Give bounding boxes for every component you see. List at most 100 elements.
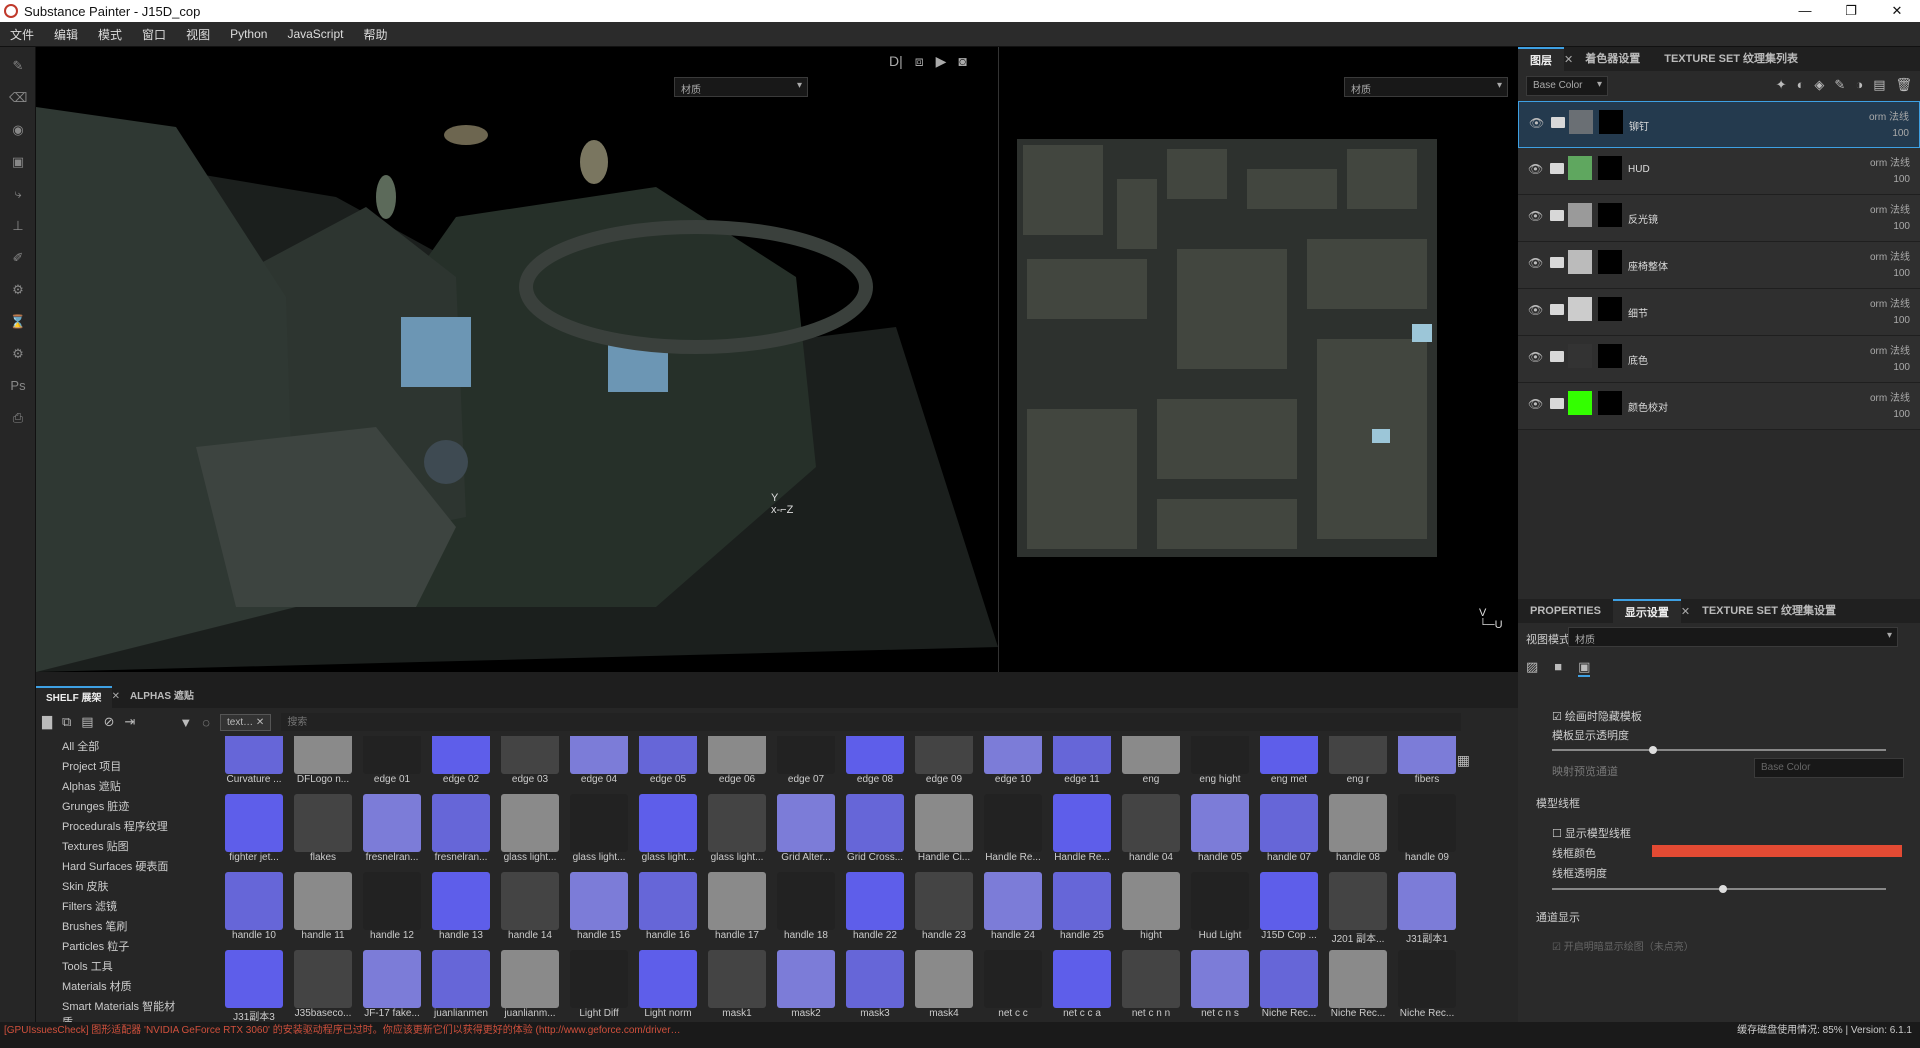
eye-icon[interactable]: 👁 bbox=[1528, 397, 1543, 411]
shelf-item[interactable]: edge 01 bbox=[358, 736, 426, 794]
tab-shelf[interactable]: SHELF 展架 bbox=[36, 686, 112, 708]
shelf-item[interactable]: mask2 bbox=[772, 950, 840, 1022]
shading-option[interactable]: ☑ 开启明暗显示绘图（未点亮） bbox=[1552, 938, 1694, 953]
channel-select[interactable]: Base Color ▾ bbox=[1526, 76, 1608, 96]
menu-edit[interactable]: 编辑 bbox=[44, 26, 88, 43]
layer-row[interactable]: 👁 细节 orm 法线 100 bbox=[1518, 289, 1920, 336]
menu-javascript[interactable]: JavaScript bbox=[277, 27, 353, 41]
hide-on-paint-checkbox[interactable]: ☑ 绘画时隐藏模板 bbox=[1552, 708, 1642, 724]
refresh-icon[interactable]: ◌ bbox=[202, 715, 210, 730]
shelf-item[interactable]: J15D Cop ... bbox=[1255, 872, 1323, 950]
shelf-item[interactable]: glass light... bbox=[496, 794, 564, 872]
shelf-item[interactable]: J35baseco... bbox=[289, 950, 357, 1022]
shelf-item[interactable]: J31副本3 bbox=[220, 950, 288, 1022]
shelf-item[interactable]: edge 05 bbox=[634, 736, 702, 794]
perspective-cube-icon[interactable]: ⧈ bbox=[915, 53, 924, 70]
eraser-icon[interactable]: ⌫ bbox=[9, 89, 27, 107]
shelf-item[interactable]: mask3 bbox=[841, 950, 909, 1022]
category-item[interactable]: Brushes 笔刷 bbox=[36, 916, 206, 936]
shelf-item[interactable]: handle 17 bbox=[703, 872, 771, 950]
shelf-item[interactable]: eng r bbox=[1324, 736, 1392, 794]
category-item[interactable]: Project 项目 bbox=[36, 756, 206, 776]
photoshop-icon[interactable]: Ps bbox=[9, 377, 27, 395]
shelf-item[interactable]: J201 副本... bbox=[1324, 872, 1392, 950]
geometry-mask-icon[interactable]: ▣ bbox=[9, 153, 27, 171]
shelf-item[interactable]: Grid Cross... bbox=[841, 794, 909, 872]
shelf-item[interactable]: Handle Ci... bbox=[910, 794, 978, 872]
layer-opacity[interactable]: 100 bbox=[1893, 315, 1910, 326]
category-item[interactable]: Tools 工具 bbox=[36, 956, 206, 976]
blend-mode[interactable]: orm 法线 bbox=[1870, 342, 1910, 357]
category-item[interactable]: Smart Materials 智能材质 bbox=[36, 996, 206, 1029]
blend-mode[interactable]: orm 法线 bbox=[1870, 201, 1910, 216]
shelf-item[interactable]: flakes bbox=[289, 794, 357, 872]
effects-icon[interactable]: ✦ bbox=[1776, 77, 1787, 93]
shelf-item[interactable]: handle 10 bbox=[220, 872, 288, 950]
uv-view-dropdown[interactable]: 材质 ▾ bbox=[1344, 77, 1508, 97]
camera-icon[interactable]: ▶ bbox=[936, 53, 947, 70]
bake-icon[interactable]: ⚙ bbox=[9, 281, 27, 299]
eye-icon[interactable]: 👁 bbox=[1529, 116, 1544, 130]
search-input[interactable] bbox=[281, 713, 1462, 731]
tab-texture-set-settings[interactable]: TEXTURE SET 纹理集设置 bbox=[1690, 599, 1848, 623]
shelf-item[interactable]: J31副本1 bbox=[1393, 872, 1461, 950]
layer-row[interactable]: 👁 反光镜 orm 法线 100 bbox=[1518, 195, 1920, 242]
shelf-item[interactable]: edge 04 bbox=[565, 736, 633, 794]
shelf-item[interactable]: hight bbox=[1117, 872, 1185, 950]
blend-mode[interactable]: orm 法线 bbox=[1870, 248, 1910, 263]
layer-row[interactable]: 👁 HUD orm 法线 100 bbox=[1518, 148, 1920, 195]
close-icon[interactable]: ✕ bbox=[1564, 53, 1573, 66]
view-mode-dropdown[interactable]: 材质 ▾ bbox=[1568, 627, 1898, 647]
close-icon[interactable]: ✕ bbox=[1681, 605, 1690, 618]
shelf-item[interactable]: Niche Rec... bbox=[1255, 950, 1323, 1022]
viewport-2d-uv[interactable]: D| ⧈ ▶ ◙ 材质 ▾ V └─U bbox=[889, 47, 1518, 672]
hourglass-icon[interactable]: ⌛ bbox=[9, 313, 27, 331]
shelf-item[interactable]: Niche Rec... bbox=[1324, 950, 1392, 1022]
shelf-item[interactable]: fighter jet... bbox=[220, 794, 288, 872]
category-item[interactable]: Materials 材质 bbox=[36, 976, 206, 996]
save-icon[interactable]: ▤ bbox=[81, 714, 93, 730]
shelf-item[interactable]: Light norm bbox=[634, 950, 702, 1022]
category-item[interactable]: All 全部 bbox=[36, 736, 206, 756]
layer-opacity[interactable]: 100 bbox=[1893, 362, 1910, 373]
tab-alphas[interactable]: ALPHAS 遮贴 bbox=[120, 686, 204, 708]
layer-row[interactable]: 👁 颜色校对 orm 法线 100 bbox=[1518, 383, 1920, 430]
shelf-item[interactable]: fresnelran... bbox=[358, 794, 426, 872]
export-icon[interactable]: ⎙ bbox=[9, 409, 27, 427]
shelf-item[interactable]: edge 11 bbox=[1048, 736, 1116, 794]
shelf-item[interactable]: edge 06 bbox=[703, 736, 771, 794]
shelf-item[interactable]: mask4 bbox=[910, 950, 978, 1022]
minimize-button[interactable]: — bbox=[1782, 0, 1828, 22]
eye-icon[interactable]: 👁 bbox=[1528, 350, 1543, 364]
group-icon[interactable]: ◑ bbox=[1855, 77, 1863, 93]
shelf-item[interactable]: net c n n bbox=[1117, 950, 1185, 1022]
fill-layer-icon[interactable]: ◈ bbox=[1814, 77, 1824, 93]
tab-display-settings[interactable]: 显示设置 bbox=[1612, 599, 1681, 623]
shelf-item[interactable]: Grid Alter... bbox=[772, 794, 840, 872]
category-item[interactable]: Hard Surfaces 硬表面 bbox=[36, 856, 206, 876]
shelf-item[interactable]: net c c a bbox=[1048, 950, 1116, 1022]
eye-icon[interactable]: 👁 bbox=[1528, 256, 1543, 270]
eye-icon[interactable]: 👁 bbox=[1528, 303, 1543, 317]
blend-mode[interactable]: orm 法线 bbox=[1870, 295, 1910, 310]
shelf-item[interactable]: handle 23 bbox=[910, 872, 978, 950]
eye-icon[interactable]: 👁 bbox=[1528, 209, 1543, 223]
image-icon[interactable]: ▨ bbox=[1526, 659, 1538, 677]
filter-icon[interactable]: ▼ bbox=[179, 715, 192, 730]
shelf-item[interactable]: Light Diff bbox=[565, 950, 633, 1022]
shelf-item[interactable]: eng met bbox=[1255, 736, 1323, 794]
folder-add-icon[interactable]: ▤ bbox=[1873, 77, 1885, 93]
map-channel-dropdown[interactable]: Base Color bbox=[1754, 758, 1904, 778]
category-item[interactable]: Textures 贴图 bbox=[36, 836, 206, 856]
camera-icon[interactable]: ■ bbox=[1554, 659, 1562, 677]
shelf-item[interactable]: Handle Re... bbox=[979, 794, 1047, 872]
tab-properties[interactable]: PROPERTIES bbox=[1518, 599, 1613, 623]
menu-mode[interactable]: 模式 bbox=[88, 26, 132, 43]
menu-file[interactable]: 文件 bbox=[0, 26, 44, 43]
shelf-item[interactable]: handle 08 bbox=[1324, 794, 1392, 872]
shelf-item[interactable]: handle 04 bbox=[1117, 794, 1185, 872]
shelf-item[interactable]: glass light... bbox=[703, 794, 771, 872]
close-icon[interactable]: ✕ bbox=[112, 686, 120, 708]
maximize-button[interactable]: ❐ bbox=[1828, 0, 1874, 22]
wire-opacity-slider[interactable] bbox=[1552, 885, 1886, 893]
